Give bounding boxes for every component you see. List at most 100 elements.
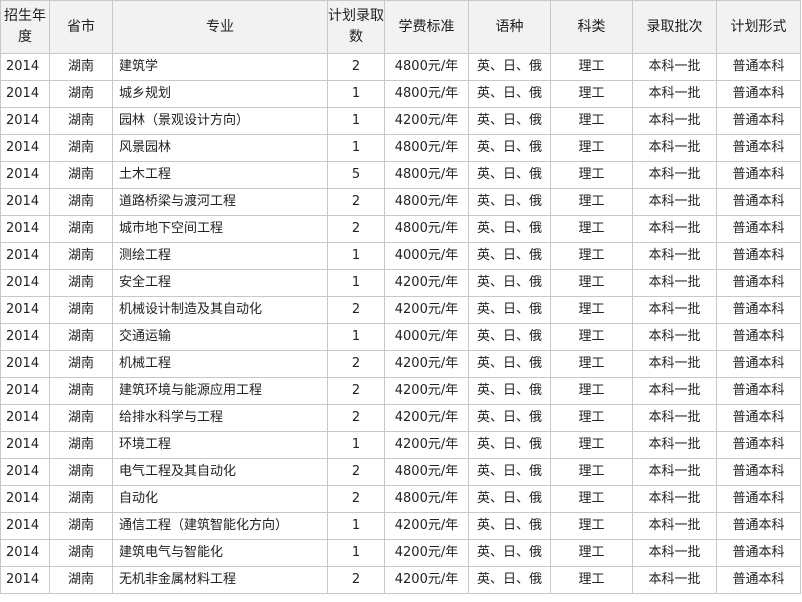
cell-major: 无机非金属材料工程 (112, 566, 328, 594)
cell-year: 2014 (0, 134, 50, 162)
cell-plan-count: 2 (327, 566, 385, 594)
cell-tuition: 4200元/年 (384, 566, 469, 594)
cell-province: 湖南 (49, 269, 113, 297)
cell-major: 交通运输 (112, 323, 328, 351)
cell-plan-type: 普通本科 (716, 161, 801, 189)
cell-plan-count: 1 (327, 431, 385, 459)
cell-plan-type: 普通本科 (716, 80, 801, 108)
cell-year: 2014 (0, 512, 50, 540)
table-row: 2014 湖南 建筑环境与能源应用工程 2 4200元/年 英、日、俄 理工 本科一批 普通本科 (0, 377, 801, 405)
cell-category: 理工 (550, 242, 633, 270)
cell-category: 理工 (550, 539, 633, 567)
table-body: 2014 湖南 建筑学 2 4800元/年 英、日、俄 理工 本科一批 普通本科 2014 湖南 城乡… (0, 53, 801, 594)
cell-category: 理工 (550, 188, 633, 216)
cell-plan-count: 1 (327, 539, 385, 567)
table-row: 2014 湖南 土木工程 5 4800元/年 英、日、俄 理工 本科一批 普通本科 (0, 161, 801, 189)
cell-province: 湖南 (49, 566, 113, 594)
cell-category: 理工 (550, 53, 633, 81)
cell-category: 理工 (550, 431, 633, 459)
header-plan-count: 计划录取数 (327, 0, 385, 54)
cell-batch: 本科一批 (632, 566, 717, 594)
table-row: 2014 湖南 道路桥梁与渡河工程 2 4800元/年 英、日、俄 理工 本科一批 普通本科 (0, 188, 801, 216)
table-row: 2014 湖南 建筑学 2 4800元/年 英、日、俄 理工 本科一批 普通本科 (0, 53, 801, 81)
cell-batch: 本科一批 (632, 134, 717, 162)
cell-year: 2014 (0, 242, 50, 270)
cell-plan-type: 普通本科 (716, 215, 801, 243)
cell-batch: 本科一批 (632, 269, 717, 297)
cell-province: 湖南 (49, 431, 113, 459)
cell-batch: 本科一批 (632, 215, 717, 243)
cell-language: 英、日、俄 (468, 485, 551, 513)
cell-major: 风景园林 (112, 134, 328, 162)
cell-province: 湖南 (49, 323, 113, 351)
cell-plan-type: 普通本科 (716, 188, 801, 216)
cell-batch: 本科一批 (632, 431, 717, 459)
cell-language: 英、日、俄 (468, 242, 551, 270)
cell-category: 理工 (550, 80, 633, 108)
cell-year: 2014 (0, 53, 50, 81)
cell-year: 2014 (0, 188, 50, 216)
cell-plan-type: 普通本科 (716, 107, 801, 135)
cell-plan-type: 普通本科 (716, 269, 801, 297)
cell-language: 英、日、俄 (468, 512, 551, 540)
cell-year: 2014 (0, 323, 50, 351)
cell-year: 2014 (0, 458, 50, 486)
cell-year: 2014 (0, 350, 50, 378)
table-row: 2014 湖南 园林（景观设计方向） 1 4200元/年 英、日、俄 理工 本科一批 普通本科 (0, 107, 801, 135)
table-row: 2014 湖南 给排水科学与工程 2 4200元/年 英、日、俄 理工 本科一批 普通本科 (0, 404, 801, 432)
cell-major: 环境工程 (112, 431, 328, 459)
cell-plan-count: 1 (327, 107, 385, 135)
cell-plan-type: 普通本科 (716, 53, 801, 81)
cell-language: 英、日、俄 (468, 458, 551, 486)
cell-batch: 本科一批 (632, 107, 717, 135)
cell-year: 2014 (0, 161, 50, 189)
cell-plan-count: 2 (327, 377, 385, 405)
cell-batch: 本科一批 (632, 377, 717, 405)
cell-major: 园林（景观设计方向） (112, 107, 328, 135)
cell-plan-type: 普通本科 (716, 566, 801, 594)
cell-plan-type: 普通本科 (716, 296, 801, 324)
cell-language: 英、日、俄 (468, 134, 551, 162)
cell-category: 理工 (550, 215, 633, 243)
cell-batch: 本科一批 (632, 350, 717, 378)
cell-province: 湖南 (49, 404, 113, 432)
cell-category: 理工 (550, 296, 633, 324)
cell-province: 湖南 (49, 53, 113, 81)
cell-plan-count: 1 (327, 80, 385, 108)
cell-category: 理工 (550, 134, 633, 162)
table-header-row: 招生年度 省市 专业 计划录取数 学费标准 语种 科类 录取批次 计划形式 (0, 0, 801, 54)
cell-tuition: 4800元/年 (384, 188, 469, 216)
cell-major: 土木工程 (112, 161, 328, 189)
cell-plan-type: 普通本科 (716, 512, 801, 540)
table-row: 2014 湖南 交通运输 1 4000元/年 英、日、俄 理工 本科一批 普通本科 (0, 323, 801, 351)
cell-major: 建筑环境与能源应用工程 (112, 377, 328, 405)
cell-language: 英、日、俄 (468, 377, 551, 405)
cell-province: 湖南 (49, 296, 113, 324)
cell-province: 湖南 (49, 134, 113, 162)
cell-batch: 本科一批 (632, 323, 717, 351)
cell-batch: 本科一批 (632, 161, 717, 189)
cell-tuition: 4800元/年 (384, 485, 469, 513)
header-category: 科类 (550, 0, 633, 54)
cell-language: 英、日、俄 (468, 296, 551, 324)
cell-language: 英、日、俄 (468, 80, 551, 108)
cell-major: 通信工程（建筑智能化方向） (112, 512, 328, 540)
cell-plan-type: 普通本科 (716, 404, 801, 432)
cell-province: 湖南 (49, 377, 113, 405)
cell-category: 理工 (550, 377, 633, 405)
cell-category: 理工 (550, 458, 633, 486)
cell-plan-count: 2 (327, 350, 385, 378)
table-row: 2014 湖南 风景园林 1 4800元/年 英、日、俄 理工 本科一批 普通本科 (0, 134, 801, 162)
cell-language: 英、日、俄 (468, 107, 551, 135)
cell-language: 英、日、俄 (468, 566, 551, 594)
cell-language: 英、日、俄 (468, 539, 551, 567)
cell-category: 理工 (550, 161, 633, 189)
cell-plan-count: 2 (327, 485, 385, 513)
cell-tuition: 4200元/年 (384, 350, 469, 378)
cell-province: 湖南 (49, 107, 113, 135)
cell-province: 湖南 (49, 539, 113, 567)
cell-plan-type: 普通本科 (716, 242, 801, 270)
cell-province: 湖南 (49, 485, 113, 513)
cell-category: 理工 (550, 107, 633, 135)
cell-major: 建筑电气与智能化 (112, 539, 328, 567)
